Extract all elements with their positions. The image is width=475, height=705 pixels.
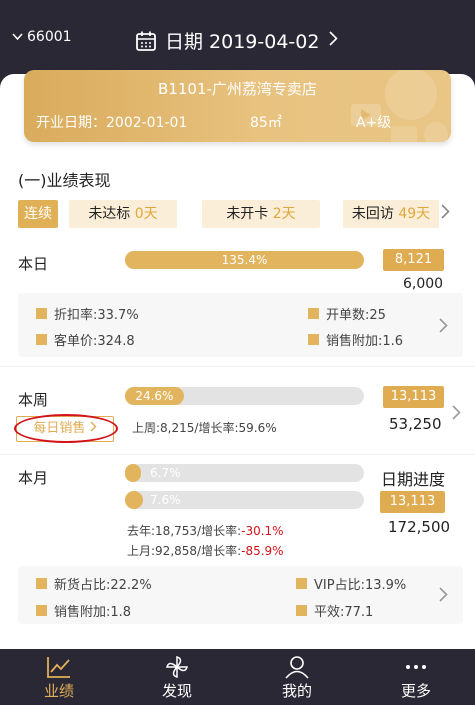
date-progress-label: 日期进度 — [381, 470, 446, 489]
open-date: 开业日期：2002-01-01 — [36, 115, 188, 131]
metric-vip: VIP占比:13.9% — [296, 574, 406, 593]
tab-performance[interactable]: 业绩 — [0, 649, 118, 705]
square-bullet — [296, 578, 307, 589]
divider — [0, 366, 475, 367]
tab-mine[interactable]: 我的 — [238, 649, 356, 705]
bottom-tab-bar: 业绩 发现 我的 更多 — [0, 649, 475, 705]
chip-value: 49天 — [398, 206, 431, 222]
month-label: 本月 — [18, 469, 49, 487]
month-progress-text-2: 7.6% — [150, 493, 181, 507]
chart-line-icon — [47, 657, 70, 678]
chip-no-visit[interactable]: 未回访 49天 — [343, 200, 439, 228]
month-progress-bar-1: 6.7% — [125, 464, 364, 482]
store-card[interactable]: B1101-广州荔湾专卖店 开业日期：2002-01-01 85㎡ A+级 — [24, 70, 451, 142]
week-last-week: 上周:8,215/增长率:59.6% — [132, 421, 277, 435]
store-level: A+级 — [356, 115, 392, 131]
chevron-right-icon[interactable] — [441, 204, 450, 223]
month-last-month: 上月:92,858/增长率:-85.9% — [127, 544, 284, 558]
today-progress-bar: 135.4% — [125, 251, 364, 269]
square-bullet — [36, 578, 47, 589]
chip-label: 未回访 — [351, 206, 394, 222]
today-progress-fill: 135.4% — [125, 251, 364, 269]
month-metrics-box[interactable]: 新货占比:22.2% VIP占比:13.9% 销售附加:1.8 平效:77.1 — [18, 566, 463, 624]
chip-not-met[interactable]: 未达标 0天 — [69, 200, 177, 228]
highlight-oval — [14, 414, 118, 443]
calendar-icon — [136, 31, 156, 51]
chevron-right-icon[interactable] — [439, 317, 448, 338]
metric-attach: 销售附加:1.8 — [36, 601, 131, 620]
tab-label: 业绩 — [43, 682, 74, 700]
month-last-year: 去年:18,753/增长率:-30.1% — [127, 524, 284, 538]
week-progress-bar: 24.6% — [125, 387, 364, 405]
store-code: 66001 — [27, 29, 72, 45]
chevron-right-icon[interactable] — [439, 586, 448, 607]
metric-attach: 销售附加:1.6 — [308, 330, 403, 349]
today-actual-badge: 8,121 — [383, 249, 444, 271]
chip-value: 2天 — [272, 206, 296, 222]
more-dots-icon — [406, 665, 426, 669]
chip-value: 0天 — [134, 206, 158, 222]
today-target: 6,000 — [403, 276, 444, 292]
square-bullet — [308, 308, 319, 319]
tab-label: 发现 — [161, 682, 192, 700]
user-icon — [285, 656, 309, 679]
metric-discount: 折扣率:33.7% — [36, 304, 139, 323]
month-target: 172,500 — [388, 518, 451, 536]
month-progress-fill-1 — [125, 464, 141, 482]
today-label: 本日 — [18, 255, 49, 273]
tab-label: 我的 — [281, 682, 312, 700]
week-progress-fill: 24.6% — [125, 387, 184, 405]
week-target: 53,250 — [389, 415, 442, 433]
chip-label: 未达标 — [88, 206, 131, 222]
square-bullet — [36, 308, 47, 319]
chevron-right-icon[interactable] — [452, 404, 461, 425]
chevron-down-icon — [12, 29, 23, 45]
month-progress-bar-2: 7.6% — [125, 491, 364, 509]
store-selector[interactable]: 66001 — [12, 29, 72, 45]
metric-efficiency: 平效:77.1 — [296, 601, 373, 620]
content-panel — [0, 74, 475, 649]
date-selector[interactable]: 日期 2019-04-02 — [135, 27, 346, 54]
divider — [0, 454, 475, 455]
square-bullet — [36, 605, 47, 616]
chip-label: 未开卡 — [226, 206, 269, 222]
date-label: 日期 2019-04-02 — [165, 31, 320, 53]
pinwheel-icon — [166, 656, 188, 678]
store-area: 85㎡ — [250, 115, 282, 131]
streak-label: 连续 — [18, 200, 58, 228]
square-bullet — [308, 334, 319, 345]
month-actual-badge: 13,113 — [380, 491, 445, 513]
tab-label: 更多 — [400, 682, 431, 700]
square-bullet — [36, 334, 47, 345]
tab-discover[interactable]: 发现 — [118, 649, 236, 705]
metric-orders: 开单数:25 — [308, 304, 386, 323]
store-name: B1101-广州荔湾专卖店 — [158, 80, 317, 98]
metric-new-goods: 新货占比:22.2% — [36, 574, 152, 593]
week-actual-badge: 13,113 — [383, 386, 444, 408]
tab-more[interactable]: 更多 — [357, 649, 475, 705]
section-title: (一)业绩表现 — [18, 171, 111, 190]
chevron-right-icon — [329, 30, 346, 51]
chip-no-card[interactable]: 未开卡 2天 — [202, 200, 320, 228]
square-bullet — [296, 605, 307, 616]
metric-avg-price: 客单价:324.8 — [36, 330, 135, 349]
month-progress-text-1: 6.7% — [150, 466, 181, 480]
week-label: 本周 — [18, 391, 49, 409]
month-progress-fill-2 — [125, 491, 144, 509]
today-metrics-box[interactable]: 折扣率:33.7% 开单数:25 客单价:324.8 销售附加:1.6 — [18, 293, 463, 357]
